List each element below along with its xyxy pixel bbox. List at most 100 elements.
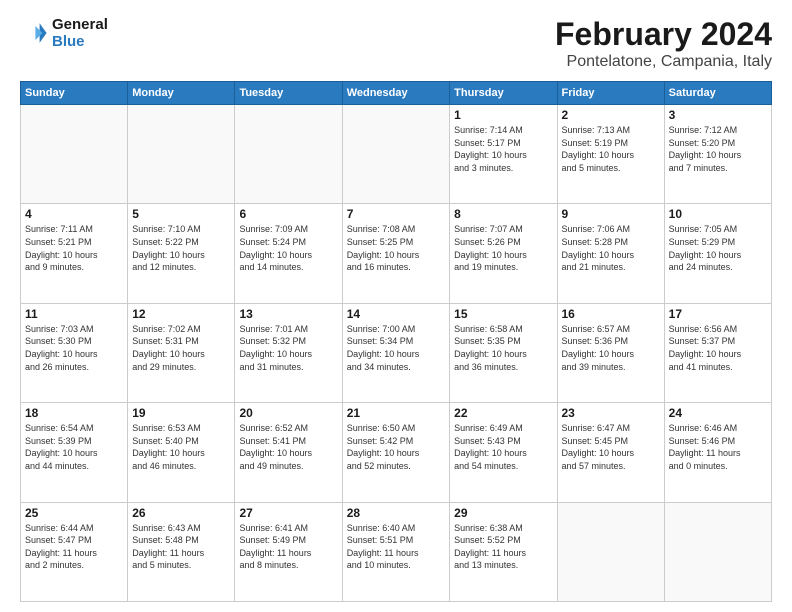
main-title: February 2024 bbox=[555, 16, 772, 53]
calendar-cell: 19Sunrise: 6:53 AMSunset: 5:40 PMDayligh… bbox=[128, 403, 235, 502]
day-info: Sunrise: 7:14 AMSunset: 5:17 PMDaylight:… bbox=[454, 124, 552, 174]
calendar-cell: 26 Sunrise: 6:43 AMSunset: 5:48 PMDayligh… bbox=[128, 502, 235, 601]
title-block: February 2024 Pontelatone, Campania, Ita… bbox=[555, 16, 772, 71]
calendar-cell: 11 Sunrise: 7:03 AMSunset: 5:30 PMDayligh… bbox=[21, 303, 128, 402]
calendar-cell: 6 Sunrise: 7:09 AMSunset: 5:24 PMDaylight… bbox=[235, 204, 342, 303]
day-info: Sunrise: 6:56 AMSunset: 5:37 PMDaylight:… bbox=[669, 323, 767, 373]
calendar-week-row: 18 Sunrise: 6:54 AMSunset: 5:39 PMDayligh… bbox=[21, 403, 772, 502]
day-info: Sunrise: 7:05 AMSunset: 5:29 PMDaylight:… bbox=[669, 223, 767, 273]
day-info: Sunrise: 7:03 AMSunset: 5:30 PMDaylight:… bbox=[25, 323, 123, 373]
day-info: Sunrise: 6:57 AMSunset: 5:36 PMDaylight:… bbox=[562, 323, 660, 373]
day-info: Sunrise: 7:13 AMSunset: 5:19 PMDaylight:… bbox=[562, 124, 660, 174]
calendar-cell: 23 Sunrise: 6:47 AMSunset: 5:45 PMDayligh… bbox=[557, 403, 664, 502]
calendar: SundayMondayTuesdayWednesdayThursdayFrid… bbox=[20, 81, 772, 602]
day-info: Sunrise: 7:11 AMSunset: 5:21 PMDaylight:… bbox=[25, 223, 123, 273]
page: General Blue February 2024 Pontelatone, … bbox=[0, 0, 792, 612]
day-info: Sunrise: 6:46 AMSunset: 5:46 PMDaylight:… bbox=[669, 422, 767, 472]
weekday-header: Friday bbox=[557, 82, 664, 105]
calendar-cell: 20 Sunrise: 6:52 AMSunset: 5:41 PMDayligh… bbox=[235, 403, 342, 502]
day-number: 9 bbox=[562, 207, 660, 221]
calendar-cell: 14 Sunrise: 7:00 AMSunset: 5:34 PMDayligh… bbox=[342, 303, 449, 402]
calendar-cell: 24 Sunrise: 6:46 AMSunset: 5:46 PMDayligh… bbox=[664, 403, 771, 502]
day-info: Sunrise: 6:43 AMSunset: 5:48 PMDaylight:… bbox=[132, 522, 230, 572]
day-info: Sunrise: 6:50 AMSunset: 5:42 PMDaylight:… bbox=[347, 422, 445, 472]
day-info: Sunrise: 6:40 AMSunset: 5:51 PMDaylight:… bbox=[347, 522, 445, 572]
calendar-cell: 12Sunrise: 7:02 AMSunset: 5:31 PMDayligh… bbox=[128, 303, 235, 402]
calendar-cell: 21 Sunrise: 6:50 AMSunset: 5:42 PMDayligh… bbox=[342, 403, 449, 502]
calendar-week-row: 11 Sunrise: 7:03 AMSunset: 5:30 PMDayligh… bbox=[21, 303, 772, 402]
day-number: 21 bbox=[347, 406, 445, 420]
day-info: Sunrise: 7:10 AMSunset: 5:22 PMDaylight:… bbox=[132, 223, 230, 273]
day-number: 20 bbox=[239, 406, 337, 420]
day-number: 18 bbox=[25, 406, 123, 420]
calendar-cell: 8Sunrise: 7:07 AMSunset: 5:26 PMDaylight… bbox=[450, 204, 557, 303]
day-number: 13 bbox=[239, 307, 337, 321]
calendar-cell: 2 Sunrise: 7:13 AMSunset: 5:19 PMDaylight… bbox=[557, 105, 664, 204]
day-info: Sunrise: 6:44 AMSunset: 5:47 PMDaylight:… bbox=[25, 522, 123, 572]
day-info: Sunrise: 6:54 AMSunset: 5:39 PMDaylight:… bbox=[25, 422, 123, 472]
day-info: Sunrise: 6:47 AMSunset: 5:45 PMDaylight:… bbox=[562, 422, 660, 472]
day-number: 4 bbox=[25, 207, 123, 221]
day-number: 1 bbox=[454, 108, 552, 122]
day-info: Sunrise: 6:53 AMSunset: 5:40 PMDaylight:… bbox=[132, 422, 230, 472]
day-info: Sunrise: 6:52 AMSunset: 5:41 PMDaylight:… bbox=[239, 422, 337, 472]
weekday-header: Monday bbox=[128, 82, 235, 105]
day-info: Sunrise: 6:41 AMSunset: 5:49 PMDaylight:… bbox=[239, 522, 337, 572]
day-number: 25 bbox=[25, 506, 123, 520]
day-info: Sunrise: 7:08 AMSunset: 5:25 PMDaylight:… bbox=[347, 223, 445, 273]
calendar-cell: 25 Sunrise: 6:44 AMSunset: 5:47 PMDayligh… bbox=[21, 502, 128, 601]
calendar-cell: 5 Sunrise: 7:10 AMSunset: 5:22 PMDaylight… bbox=[128, 204, 235, 303]
calendar-cell: 13 Sunrise: 7:01 AMSunset: 5:32 PMDayligh… bbox=[235, 303, 342, 402]
day-number: 10 bbox=[669, 207, 767, 221]
day-info: Sunrise: 6:49 AMSunset: 5:43 PMDaylight:… bbox=[454, 422, 552, 472]
calendar-cell: 7 Sunrise: 7:08 AMSunset: 5:25 PMDaylight… bbox=[342, 204, 449, 303]
calendar-cell: 9 Sunrise: 7:06 AMSunset: 5:28 PMDaylight… bbox=[557, 204, 664, 303]
day-info: Sunrise: 7:09 AMSunset: 5:24 PMDaylight:… bbox=[239, 223, 337, 273]
day-number: 16 bbox=[562, 307, 660, 321]
calendar-cell: 4 Sunrise: 7:11 AMSunset: 5:21 PMDaylight… bbox=[21, 204, 128, 303]
day-info: Sunrise: 7:02 AMSunset: 5:31 PMDaylight:… bbox=[132, 323, 230, 373]
calendar-cell: 18 Sunrise: 6:54 AMSunset: 5:39 PMDayligh… bbox=[21, 403, 128, 502]
logo: General Blue bbox=[20, 16, 108, 50]
day-number: 14 bbox=[347, 307, 445, 321]
day-info: Sunrise: 7:01 AMSunset: 5:32 PMDaylight:… bbox=[239, 323, 337, 373]
weekday-header: Wednesday bbox=[342, 82, 449, 105]
day-number: 23 bbox=[562, 406, 660, 420]
day-number: 6 bbox=[239, 207, 337, 221]
day-info: Sunrise: 6:58 AMSunset: 5:35 PMDaylight:… bbox=[454, 323, 552, 373]
calendar-cell: 29Sunrise: 6:38 AMSunset: 5:52 PMDayligh… bbox=[450, 502, 557, 601]
day-number: 11 bbox=[25, 307, 123, 321]
weekday-header-row: SundayMondayTuesdayWednesdayThursdayFrid… bbox=[21, 82, 772, 105]
calendar-cell bbox=[235, 105, 342, 204]
day-info: Sunrise: 7:00 AMSunset: 5:34 PMDaylight:… bbox=[347, 323, 445, 373]
day-number: 22 bbox=[454, 406, 552, 420]
calendar-cell bbox=[557, 502, 664, 601]
day-number: 7 bbox=[347, 207, 445, 221]
calendar-cell: 10 Sunrise: 7:05 AMSunset: 5:29 PMDayligh… bbox=[664, 204, 771, 303]
calendar-cell bbox=[128, 105, 235, 204]
calendar-cell: 27 Sunrise: 6:41 AMSunset: 5:49 PMDayligh… bbox=[235, 502, 342, 601]
subtitle: Pontelatone, Campania, Italy bbox=[555, 53, 772, 71]
day-number: 5 bbox=[132, 207, 230, 221]
day-number: 8 bbox=[454, 207, 552, 221]
logo-text: General Blue bbox=[52, 16, 108, 50]
day-number: 3 bbox=[669, 108, 767, 122]
calendar-cell: 16 Sunrise: 6:57 AMSunset: 5:36 PMDayligh… bbox=[557, 303, 664, 402]
weekday-header: Tuesday bbox=[235, 82, 342, 105]
calendar-cell: 28Sunrise: 6:40 AMSunset: 5:51 PMDayligh… bbox=[342, 502, 449, 601]
header: General Blue February 2024 Pontelatone, … bbox=[20, 16, 772, 71]
calendar-week-row: 1 Sunrise: 7:14 AMSunset: 5:17 PMDaylight… bbox=[21, 105, 772, 204]
calendar-cell: 22 Sunrise: 6:49 AMSunset: 5:43 PMDayligh… bbox=[450, 403, 557, 502]
day-number: 26 bbox=[132, 506, 230, 520]
calendar-cell bbox=[21, 105, 128, 204]
day-number: 27 bbox=[239, 506, 337, 520]
calendar-cell: 3Sunrise: 7:12 AMSunset: 5:20 PMDaylight… bbox=[664, 105, 771, 204]
weekday-header: Sunday bbox=[21, 82, 128, 105]
day-number: 2 bbox=[562, 108, 660, 122]
day-info: Sunrise: 7:06 AMSunset: 5:28 PMDaylight:… bbox=[562, 223, 660, 273]
calendar-week-row: 4 Sunrise: 7:11 AMSunset: 5:21 PMDaylight… bbox=[21, 204, 772, 303]
weekday-header: Thursday bbox=[450, 82, 557, 105]
day-number: 24 bbox=[669, 406, 767, 420]
logo-icon bbox=[20, 19, 48, 47]
calendar-cell bbox=[342, 105, 449, 204]
